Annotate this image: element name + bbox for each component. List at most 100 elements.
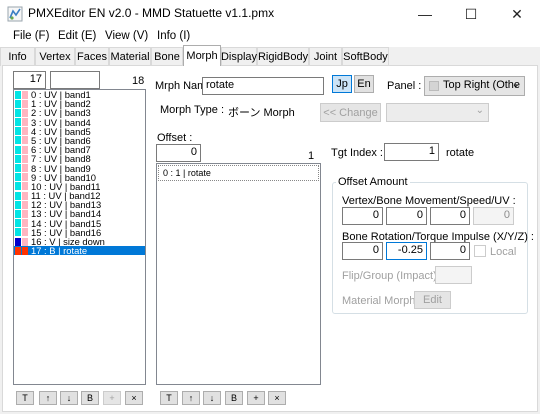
maximize-button[interactable]: ☐: [448, 0, 494, 28]
offset-count: 1: [308, 150, 315, 162]
morph-color-swatch: [15, 219, 21, 228]
title-bar: PMXEditor EN v2.0 - MMD Statuette v1.1.p…: [0, 0, 540, 28]
tab-softbody[interactable]: SoftBody: [342, 47, 389, 66]
tab-joint[interactable]: Joint: [309, 47, 342, 66]
offset-bottom-button[interactable]: B: [225, 391, 243, 405]
morph-color-swatch: [22, 173, 28, 182]
vertex-x-field[interactable]: 0: [342, 207, 383, 225]
edit-button[interactable]: Edit: [414, 291, 451, 309]
morph-color-swatch: [22, 246, 28, 255]
menu-info[interactable]: Info (I): [157, 30, 190, 42]
morph-color-swatch: [22, 219, 28, 228]
offset-index-field[interactable]: 0: [156, 144, 201, 162]
offset-delete-button[interactable]: ×: [268, 391, 286, 405]
en-button[interactable]: En: [354, 75, 374, 93]
morph-color-swatch: [15, 90, 21, 99]
chevron-down-icon: ⌄: [475, 105, 484, 116]
list-bottom-button[interactable]: B: [81, 391, 99, 405]
morph-color-swatch: [15, 182, 21, 191]
offset-label: Offset :: [157, 132, 193, 144]
menu-file[interactable]: File (F): [13, 30, 49, 42]
morph-color-swatch: [15, 108, 21, 117]
window-title: PMXEditor EN v2.0 - MMD Statuette v1.1.p…: [28, 6, 275, 20]
vertex-w-field[interactable]: 0: [473, 207, 514, 225]
morph-color-swatch: [15, 200, 21, 209]
offset-amount-title: Offset Amount: [336, 176, 410, 188]
tab-morph[interactable]: Morph: [183, 45, 221, 66]
vertex-z-field[interactable]: 0: [430, 207, 470, 225]
change-button[interactable]: << Change: [320, 103, 381, 122]
morph-color-swatch: [22, 145, 28, 154]
close-button[interactable]: ✕: [494, 0, 540, 28]
morph-color-swatch: [15, 191, 21, 200]
morph-color-swatch: [22, 200, 28, 209]
menu-bar: File (F) Edit (E) View (V) Info (I): [0, 28, 540, 47]
morph-color-swatch: [15, 164, 21, 172]
list-delete-button[interactable]: ×: [125, 391, 143, 405]
tab-strip: Info Vertex Faces Material Bone Morph Di…: [0, 45, 540, 66]
morph-color-swatch: [22, 164, 28, 172]
panel-label: Panel :: [387, 80, 422, 92]
offset-list-item[interactable]: 0 : 1 | rotate: [158, 165, 319, 181]
morph-color-swatch: [15, 209, 21, 218]
list-top-button[interactable]: T: [16, 391, 34, 405]
morph-color-swatch: [22, 154, 28, 163]
morph-list-item-label: 17 : B | rotate: [31, 245, 88, 257]
offset-top-button[interactable]: T: [160, 391, 178, 405]
morph-color-swatch: [15, 127, 21, 136]
morph-type-label: Morph Type :: [160, 104, 224, 116]
tab-rigidbody[interactable]: RigidBody: [257, 47, 309, 66]
morph-color-swatch: [22, 118, 28, 127]
morph-color-swatch: [22, 99, 28, 108]
morph-color-swatch: [22, 228, 28, 237]
offset-add-button[interactable]: +: [247, 391, 265, 405]
local-checkbox[interactable]: [474, 245, 486, 257]
list-up-button[interactable]: ↑: [39, 391, 57, 405]
material-morph-label: Material Morph :: [342, 295, 422, 307]
vertex-y-field[interactable]: 0: [386, 207, 427, 225]
rotation-y-field[interactable]: -0.25: [386, 242, 427, 260]
vertex-movement-label: Vertex/Bone Movement/Speed/UV :: [342, 195, 516, 207]
panel-swatch: [429, 81, 439, 91]
morph-color-swatch: [22, 182, 28, 191]
morph-type-value: ボーン Morph: [228, 107, 295, 119]
morph-name-field[interactable]: rotate: [202, 77, 324, 95]
tgt-index-field[interactable]: 1: [384, 143, 439, 161]
panel-select[interactable]: Top Right (Othe ⌄: [424, 76, 525, 96]
morph-color-swatch: [22, 209, 28, 218]
morph-color-swatch: [15, 99, 21, 108]
menu-view[interactable]: View (V): [105, 30, 148, 42]
tab-bone[interactable]: Bone: [151, 47, 183, 66]
tab-info[interactable]: Info: [0, 47, 35, 66]
morph-color-swatch: [22, 237, 28, 246]
morph-index-field[interactable]: 17: [13, 71, 46, 89]
morph-color-swatch: [22, 108, 28, 117]
list-add-button[interactable]: +: [103, 391, 121, 405]
morph-color-swatch: [15, 118, 21, 127]
tab-vertex[interactable]: Vertex: [35, 47, 75, 66]
morph-color-swatch: [15, 237, 21, 246]
menu-edit[interactable]: Edit (E): [58, 30, 96, 42]
minimize-button[interactable]: —: [402, 0, 448, 28]
tab-faces[interactable]: Faces: [75, 47, 109, 66]
jp-button[interactable]: Jp: [332, 75, 352, 93]
morph-count: 18: [132, 75, 145, 87]
morph-list[interactable]: 0 : UV | band1 1 : UV | band2 2 : UV | ban…: [13, 89, 146, 385]
morph-search-field[interactable]: [50, 71, 100, 89]
offset-up-button[interactable]: ↑: [182, 391, 200, 405]
tab-material[interactable]: Material: [109, 47, 151, 66]
rotation-x-field[interactable]: 0: [342, 242, 383, 260]
flip-group-field[interactable]: [435, 266, 472, 284]
morph-color-swatch: [15, 145, 21, 154]
tgt-name: rotate: [446, 147, 475, 159]
morph-color-swatch: [22, 191, 28, 200]
list-down-button[interactable]: ↓: [60, 391, 78, 405]
rotation-z-field[interactable]: 0: [430, 242, 470, 260]
offset-list[interactable]: 0 : 1 | rotate: [156, 163, 321, 385]
morph-type-select[interactable]: ⌄: [386, 103, 489, 122]
tab-display[interactable]: Display: [221, 47, 257, 66]
morph-list-item[interactable]: 17 : B | rotate: [14, 246, 145, 255]
tgt-index-label: Tgt Index :: [331, 147, 383, 159]
morph-color-swatch: [22, 136, 28, 145]
offset-down-button[interactable]: ↓: [203, 391, 221, 405]
